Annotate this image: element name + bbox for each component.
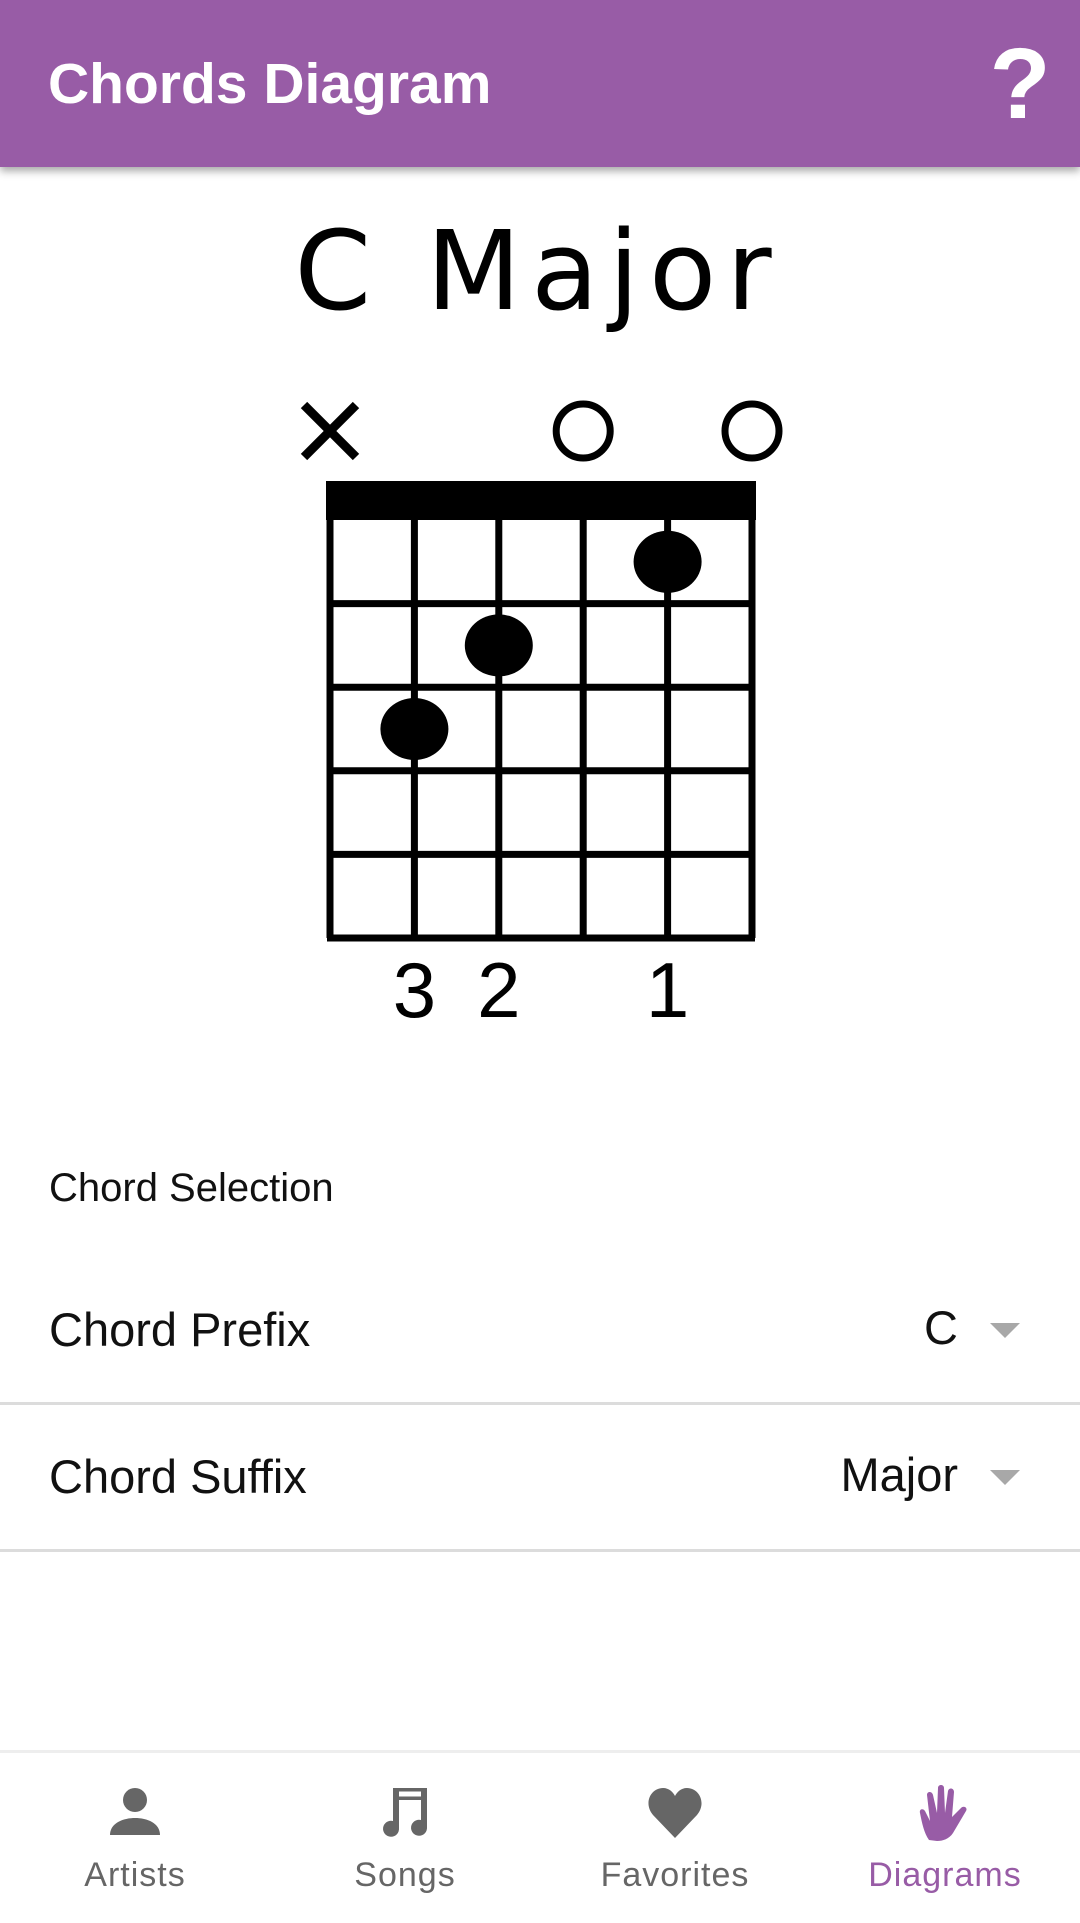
finger-dot <box>464 614 533 677</box>
nav-item-diagrams[interactable]: Diagrams <box>810 1753 1080 1923</box>
chord-prefix-select[interactable]: Chord Prefix C <box>0 1256 1080 1405</box>
nav-label: Favorites <box>600 1856 750 1894</box>
chord-suffix-select[interactable]: Chord Suffix Major <box>0 1403 1080 1552</box>
nav-label: Songs <box>354 1856 456 1894</box>
nav-item-artists[interactable]: Artists <box>0 1753 270 1923</box>
open-string-icon <box>721 400 783 462</box>
person-icon <box>105 1783 165 1843</box>
nav-label: Artists <box>84 1856 186 1894</box>
chord-prefix-value: C <box>924 1301 958 1354</box>
chord-prefix-label: Chord Prefix <box>49 1303 311 1356</box>
help-icon: ? <box>989 28 1051 140</box>
chord-diagram: C Major 32 1 <box>0 167 1080 1067</box>
chord-selection-heading: Chord Selection <box>49 1166 334 1210</box>
bottom-navigation: Artists Songs Favorites Diagrams <box>0 1750 1080 1923</box>
dropdown-caret-icon <box>990 1323 1020 1338</box>
finger-number: 3 <box>393 946 436 1034</box>
chord-diagram-svg: C Major 32 1 <box>294 207 783 1034</box>
finger-dot <box>633 530 702 593</box>
app-bar: Chords Diagram ? <box>0 0 1080 167</box>
nav-label: Diagrams <box>868 1856 1022 1894</box>
heart-icon <box>645 1783 705 1843</box>
music-note-icon <box>375 1783 435 1843</box>
finger-number: 1 <box>646 946 689 1034</box>
hand-icon <box>915 1783 975 1843</box>
nav-item-favorites[interactable]: Favorites <box>540 1753 810 1923</box>
nut <box>326 481 756 520</box>
page-title: Chords Diagram <box>48 52 492 116</box>
chord-suffix-label: Chord Suffix <box>49 1450 307 1503</box>
open-string-icon <box>552 400 614 462</box>
help-button[interactable]: ? <box>984 34 1056 134</box>
finger-dot <box>380 698 449 760</box>
chord-suffix-value: Major <box>840 1448 958 1501</box>
chord-name: C Major <box>294 207 781 335</box>
finger-number: 2 <box>477 946 520 1034</box>
muted-string-icon <box>300 401 360 461</box>
dropdown-caret-icon <box>990 1470 1020 1485</box>
nav-item-songs[interactable]: Songs <box>270 1753 540 1923</box>
